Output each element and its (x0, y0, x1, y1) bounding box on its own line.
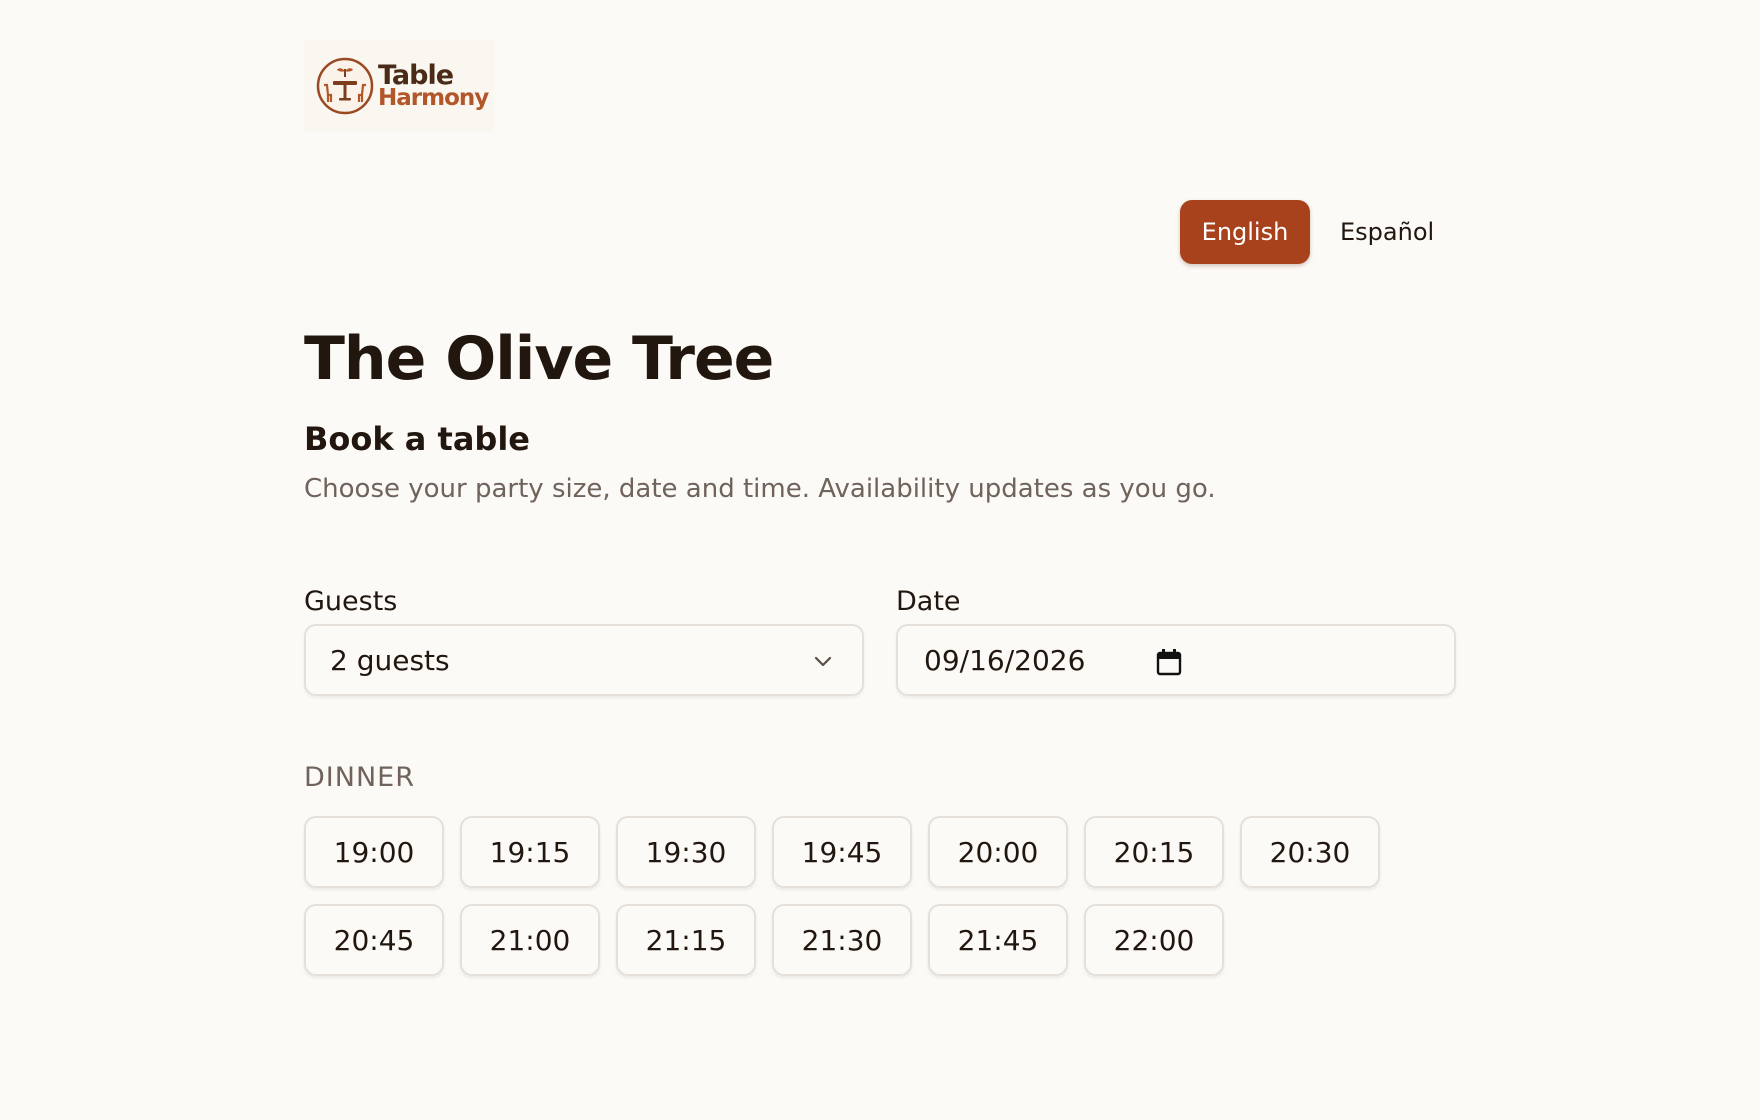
time-slot-button[interactable]: 21:00 (460, 904, 600, 976)
time-slot-button[interactable]: 19:00 (304, 816, 444, 888)
dinner-time-slots: 19:00 19:15 19:30 19:45 20:00 20:15 20:3… (304, 816, 1404, 976)
dinner-section-label: DINNER (304, 762, 415, 793)
time-slot-button[interactable]: 22:00 (1084, 904, 1224, 976)
time-slot-button[interactable]: 21:15 (616, 904, 756, 976)
booking-helper-text: Choose your party size, date and time. A… (304, 474, 1216, 504)
restaurant-name: The Olive Tree (304, 324, 774, 394)
time-slot-button[interactable]: 19:30 (616, 816, 756, 888)
time-slot-button[interactable]: 20:30 (1240, 816, 1380, 888)
date-value: 09/16/2026 (924, 643, 1086, 677)
date-input[interactable]: 09/16/2026 (896, 624, 1456, 696)
calendar-icon[interactable] (1156, 648, 1182, 676)
guests-label: Guests (304, 586, 398, 617)
time-slot-button[interactable]: 21:30 (772, 904, 912, 976)
date-label: Date (896, 586, 961, 617)
time-slot-button[interactable]: 20:15 (1084, 816, 1224, 888)
guests-select[interactable]: 2 guests (304, 624, 864, 696)
chevron-down-icon (814, 656, 832, 667)
time-slot-button[interactable]: 20:00 (928, 816, 1068, 888)
language-switcher: English Español (1180, 200, 1454, 264)
time-slot-button[interactable]: 20:45 (304, 904, 444, 976)
table-logo-icon (316, 57, 374, 115)
time-slot-button[interactable]: 19:15 (460, 816, 600, 888)
time-slot-button[interactable]: 21:45 (928, 904, 1068, 976)
booking-page: Table Harmony English Español The Olive … (0, 0, 1760, 1120)
brand-logo: Table Harmony (304, 40, 494, 132)
booking-subtitle: Book a table (304, 420, 530, 458)
time-slot-button[interactable]: 19:45 (772, 816, 912, 888)
guests-value: 2 guests (330, 643, 450, 677)
language-spanish-button[interactable]: Español (1320, 200, 1454, 264)
brand-wordmark: Table Harmony (378, 62, 489, 111)
language-english-button[interactable]: English (1180, 200, 1310, 264)
brand-line-2: Harmony (378, 85, 489, 111)
